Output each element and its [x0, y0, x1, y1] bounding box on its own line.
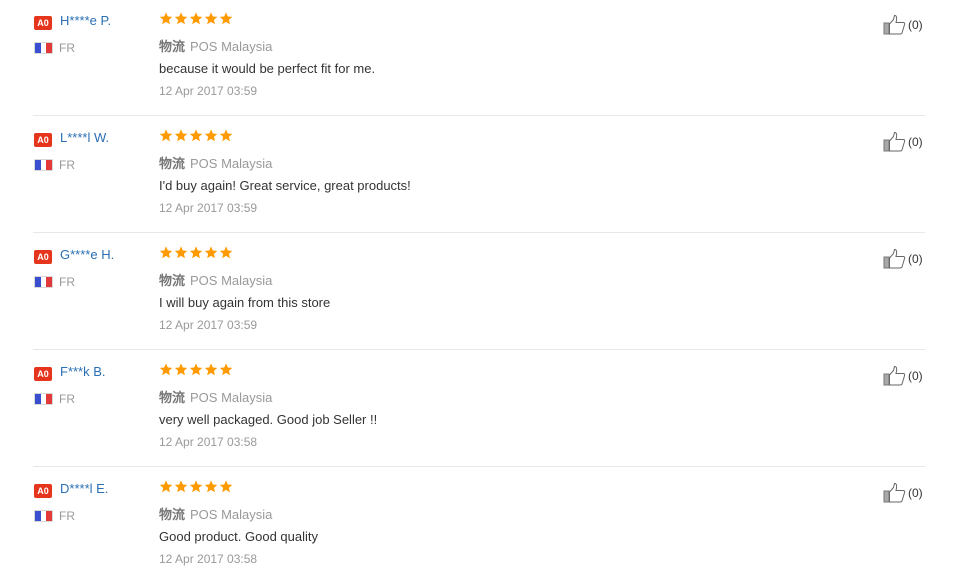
logistics-info: 物流 POS Malaysia: [159, 36, 272, 55]
buyer-name-link[interactable]: H****e P.: [60, 13, 111, 28]
star-icon: [174, 246, 188, 259]
buyer-name-link[interactable]: L****l W.: [60, 130, 109, 145]
thumbs-up-icon[interactable]: [883, 482, 906, 503]
star-icon: [159, 480, 173, 493]
country-code: FR: [59, 509, 75, 523]
star-icon: [189, 480, 203, 493]
helpful-button[interactable]: (0): [883, 248, 923, 269]
helpful-button[interactable]: (0): [883, 14, 923, 35]
star-icon: [159, 12, 173, 25]
star-icon: [174, 480, 188, 493]
review-date: 12 Apr 2017 03:58: [159, 435, 258, 449]
logistics-info: 物流 POS Malaysia: [159, 153, 272, 172]
star-icon: [189, 129, 203, 142]
logistics-value: POS Malaysia: [190, 507, 273, 522]
buyer-name-link[interactable]: G****e H.: [60, 247, 114, 262]
logistics-value: POS Malaysia: [190, 273, 273, 288]
thumbs-up-icon[interactable]: [883, 131, 906, 152]
star-icon: [174, 363, 188, 376]
review-date: 12 Apr 2017 03:59: [159, 318, 258, 332]
buyer-level-badge: A0: [34, 16, 52, 30]
logistics-label: 物流: [159, 273, 186, 288]
star-icon: [204, 363, 218, 376]
thumbs-up-icon[interactable]: [883, 365, 906, 386]
helpful-button[interactable]: (0): [883, 365, 923, 386]
france-flag-icon: [34, 276, 53, 288]
logistics-label: 物流: [159, 507, 186, 522]
logistics-value: POS Malaysia: [190, 156, 273, 171]
star-icon: [219, 363, 233, 376]
review-item: A0 F***k B. FR 物流 POS Malaysia very well …: [33, 351, 925, 467]
country-code: FR: [59, 392, 75, 406]
star-icon: [189, 12, 203, 25]
review-date: 12 Apr 2017 03:59: [159, 84, 258, 98]
review-text: Good product. Good quality: [159, 529, 318, 544]
helpful-count: (0): [908, 251, 923, 266]
star-icon: [159, 246, 173, 259]
france-flag-icon: [34, 510, 53, 522]
country-code: FR: [59, 158, 75, 172]
star-icon: [189, 246, 203, 259]
france-flag-icon: [34, 159, 53, 171]
review-date: 12 Apr 2017 03:59: [159, 201, 258, 215]
star-icon: [219, 129, 233, 142]
logistics-value: POS Malaysia: [190, 390, 273, 405]
review-item: A0 L****l W. FR 物流 POS Malaysia I'd buy a…: [33, 117, 925, 233]
star-icon: [204, 246, 218, 259]
star-rating: [159, 245, 233, 263]
star-icon: [159, 129, 173, 142]
star-rating: [159, 362, 233, 380]
buyer-level-badge: A0: [34, 367, 52, 381]
review-text: because it would be perfect fit for me.: [159, 61, 376, 76]
thumbs-up-icon[interactable]: [883, 14, 906, 35]
buyer-level-badge: A0: [34, 484, 52, 498]
star-icon: [204, 129, 218, 142]
logistics-info: 物流 POS Malaysia: [159, 270, 272, 289]
country-code: FR: [59, 41, 75, 55]
star-icon: [174, 129, 188, 142]
star-icon: [159, 363, 173, 376]
logistics-info: 物流 POS Malaysia: [159, 387, 272, 406]
thumbs-up-icon[interactable]: [883, 248, 906, 269]
france-flag-icon: [34, 393, 53, 405]
star-icon: [189, 363, 203, 376]
review-date: 12 Apr 2017 03:58: [159, 552, 258, 566]
logistics-label: 物流: [159, 390, 186, 405]
star-icon: [174, 12, 188, 25]
logistics-value: POS Malaysia: [190, 39, 273, 54]
buyer-level-badge: A0: [34, 133, 52, 147]
review-item: A0 H****e P. FR 物流 POS Malaysia because i…: [33, 0, 925, 116]
review-item: A0 G****e H. FR 物流 POS Malaysia I will bu…: [33, 234, 925, 350]
feedback-list: A0 H****e P. FR 物流 POS Malaysia because i…: [0, 0, 961, 583]
star-icon: [204, 12, 218, 25]
star-icon: [219, 246, 233, 259]
helpful-count: (0): [908, 134, 923, 149]
buyer-level-badge: A0: [34, 250, 52, 264]
helpful-count: (0): [908, 17, 923, 32]
logistics-info: 物流 POS Malaysia: [159, 504, 272, 523]
review-text: I will buy again from this store: [159, 295, 331, 310]
helpful-count: (0): [908, 368, 923, 383]
buyer-name-link[interactable]: F***k B.: [60, 364, 106, 379]
star-rating: [159, 128, 233, 146]
logistics-label: 物流: [159, 39, 186, 54]
review-item: A0 D****l E. FR 物流 POS Malaysia Good prod…: [33, 468, 925, 584]
country-code: FR: [59, 275, 75, 289]
review-text: very well packaged. Good job Seller !!: [159, 412, 378, 427]
helpful-count: (0): [908, 485, 923, 500]
logistics-label: 物流: [159, 156, 186, 171]
star-icon: [219, 480, 233, 493]
star-rating: [159, 11, 233, 29]
buyer-name-link[interactable]: D****l E.: [60, 481, 108, 496]
star-rating: [159, 479, 233, 497]
france-flag-icon: [34, 42, 53, 54]
review-text: I'd buy again! Great service, great prod…: [159, 178, 411, 193]
star-icon: [219, 12, 233, 25]
star-icon: [204, 480, 218, 493]
helpful-button[interactable]: (0): [883, 131, 923, 152]
helpful-button[interactable]: (0): [883, 482, 923, 503]
